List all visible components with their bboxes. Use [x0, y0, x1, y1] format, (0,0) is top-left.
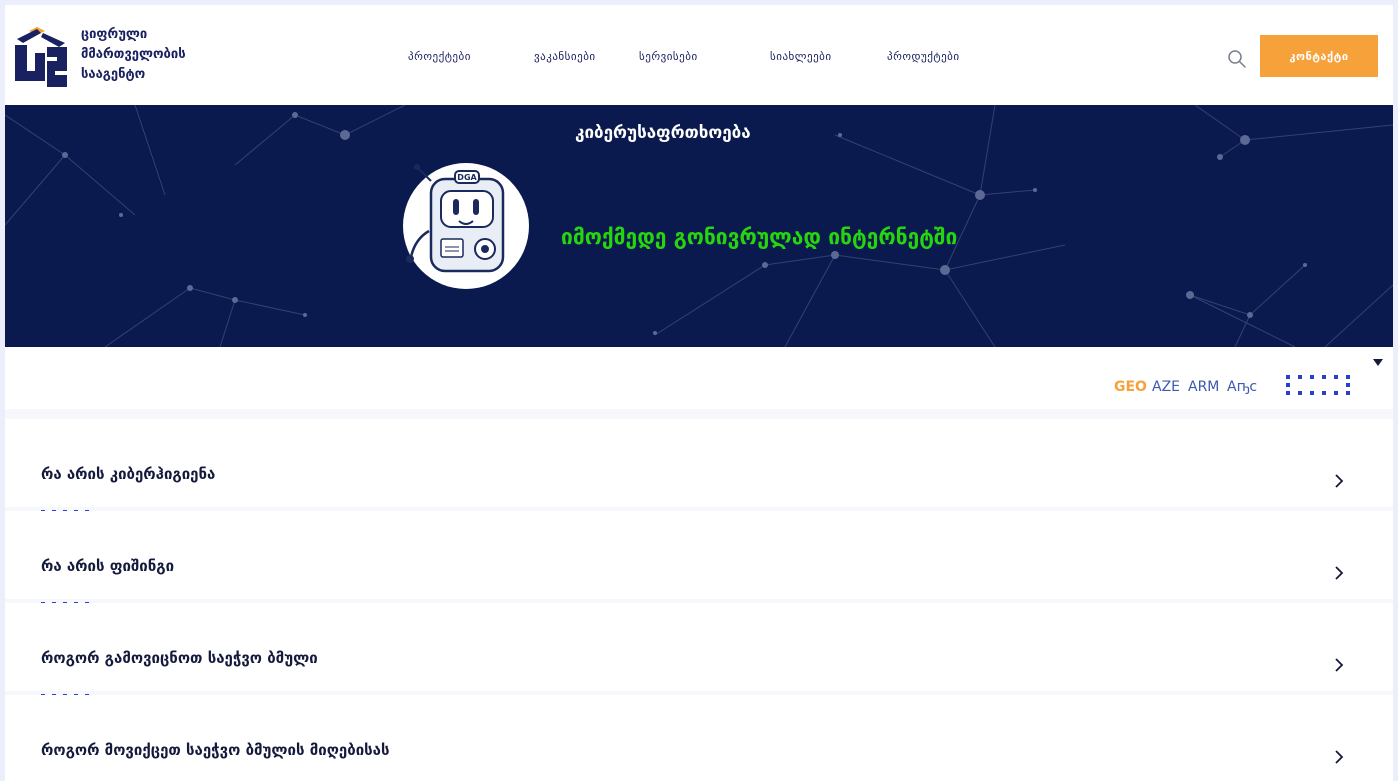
nav-item-services[interactable]: სერვისები [639, 50, 698, 63]
accordion-title: როგორ გამოვიცნოთ საეჭვო ბმული [41, 649, 318, 667]
page-frame: ციფრული მმართველობის სააგენტო პროექტები … [5, 5, 1393, 781]
lang-arm[interactable]: ARM [1188, 379, 1219, 395]
lang-abk[interactable]: Аҧс [1227, 379, 1257, 395]
chevron-right-icon [1335, 566, 1344, 580]
hero-banner: კიბერუსაფრთხოება DGA იმოქმედე გონივრულად… [5, 105, 1393, 347]
hero-title: კიბერუსაფრთხოება [575, 123, 751, 143]
chevron-right-icon [1335, 658, 1344, 672]
accordion-title: რა არის კიბერჰიგიენა [41, 465, 216, 483]
caret-down-icon[interactable] [1373, 359, 1383, 367]
accordion-title: როგორ მოვიქცეთ საეჭვო ბმულის მიღებისას [41, 741, 390, 759]
dots-grid-icon[interactable] [1286, 373, 1350, 397]
nav-item-projects[interactable]: პროექტები [408, 50, 471, 63]
accordion-title: რა არის ფიშინგი [41, 557, 175, 575]
nav-item-vacancies[interactable]: ვაკანსიები [534, 50, 596, 63]
lang-geo[interactable]: GEO [1114, 379, 1147, 395]
accordion-item[interactable]: როგორ მოვიქცეთ საეჭვო ბმულის მიღებისას [5, 695, 1393, 781]
chevron-right-icon [1335, 474, 1344, 488]
agency-logo-icon[interactable] [13, 25, 69, 89]
search-icon[interactable] [1227, 49, 1247, 69]
nav-item-news[interactable]: სიახლეები [770, 50, 832, 63]
chevron-right-icon [1335, 750, 1344, 764]
site-header: ციფრული მმართველობის სააგენტო პროექტები … [5, 5, 1393, 105]
accordion-item[interactable]: რა არის ფიშინგი [5, 511, 1393, 606]
mascot-badge: DGA [457, 173, 477, 182]
contact-button[interactable]: კონტაქტი [1260, 35, 1378, 77]
lang-aze[interactable]: AZE [1152, 379, 1180, 395]
agency-name-line: ციფრული [81, 27, 148, 42]
faq-accordion: რა არის კიბერჰიგიენა რა არის ფიშინგი როგ… [5, 409, 1393, 781]
agency-name-line: მმართველობის [81, 47, 186, 62]
accordion-item[interactable]: როგორ გამოვიცნოთ საეჭვო ბმული [5, 603, 1393, 698]
nav-item-products[interactable]: პროდუქტები [887, 50, 960, 63]
agency-name-line: სააგენტო [81, 67, 146, 82]
accordion-item[interactable]: რა არის კიბერჰიგიენა [5, 419, 1393, 514]
language-bar: GEO AZE ARM Аҧс [5, 347, 1393, 409]
robot-mascot-icon: DGA [403, 163, 529, 289]
hero-tagline: იმოქმედე გონივრულად ინტერნეტში [561, 225, 958, 249]
agency-name[interactable]: ციფრული მმართველობის სააგენტო [81, 25, 186, 85]
